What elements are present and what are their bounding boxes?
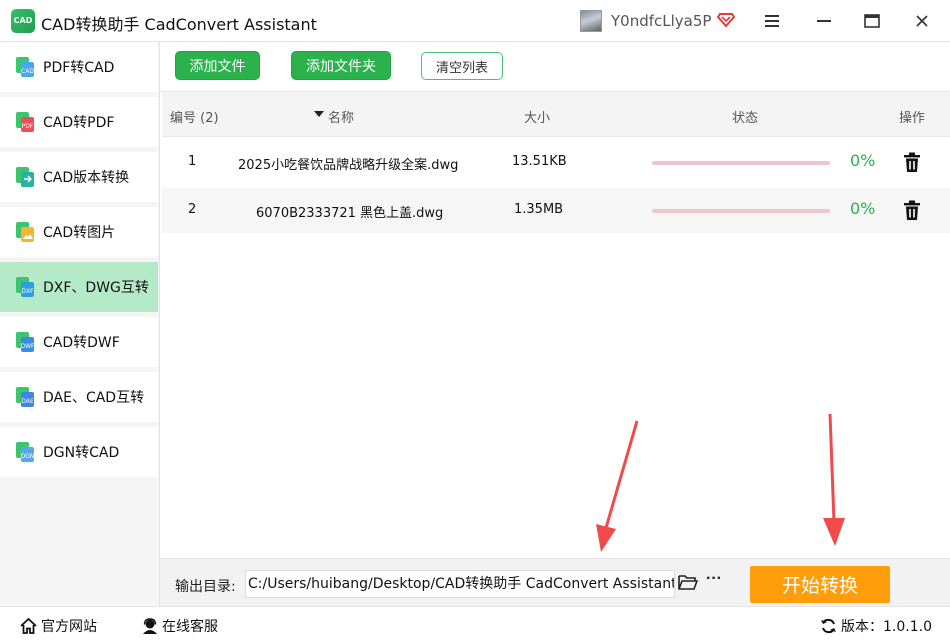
row-file-name: 2025小吃餐饮品牌战略升级全案.dwg — [238, 158, 459, 173]
vip-diamond-icon[interactable] — [717, 10, 735, 28]
sidebar-item-label: PDF转CAD — [43, 60, 115, 76]
cad-to-pdf-icon: PDF — [16, 112, 34, 132]
svg-text:CAD: CAD — [21, 68, 34, 75]
menu-icon[interactable] — [758, 8, 786, 34]
footer: 官方网站 在线客服 版本：1.0.1.0 — [0, 606, 950, 640]
cad-version-icon — [16, 167, 34, 187]
output-path-field[interactable]: C:/Users/huibang/Desktop/CAD转换助手 CadConv… — [245, 570, 675, 598]
row-file-name: 6070B2333721 黑色上盖.dwg — [256, 206, 444, 221]
output-bar: 输出目录: C:/Users/huibang/Desktop/CAD转换助手 C… — [160, 558, 950, 606]
trash-icon[interactable] — [902, 200, 922, 221]
dgn-to-cad-icon: DGN — [16, 442, 35, 462]
maximize-icon[interactable] — [858, 8, 886, 34]
refresh-icon — [821, 618, 836, 634]
official-website-link[interactable]: 官方网站 — [20, 616, 97, 636]
sidebar-item-dae-cad[interactable]: DAE DAE、CAD互转 — [0, 372, 158, 422]
trash-icon[interactable] — [902, 152, 922, 173]
app-logo: CAD — [11, 9, 35, 33]
title-bar: CAD CAD转换助手 CadConvert Assistant Y0ndfcL… — [0, 0, 950, 42]
progress-percent: 0% — [850, 199, 876, 218]
sidebar-item-cad-to-dwf[interactable]: DWF CAD转DWF — [0, 317, 158, 367]
cad-to-dwf-icon: DWF — [16, 332, 35, 352]
header-size[interactable]: 大小 — [524, 107, 550, 126]
pdf-to-cad-icon: CAD — [16, 57, 34, 77]
support-agent-icon — [143, 618, 157, 634]
table-row[interactable]: 1 2025小吃餐饮品牌战略升级全案.dwg 13.51KB 0% — [162, 140, 950, 185]
dxf-dwg-icon: DXF — [16, 277, 34, 297]
dae-cad-icon: DAE — [16, 387, 34, 407]
online-support-link[interactable]: 在线客服 — [142, 616, 218, 636]
toolbar: 添加文件 添加文件夹 清空列表 — [160, 42, 950, 92]
sidebar-item-label: CAD转图片 — [43, 225, 116, 241]
sidebar: CAD PDF转CAD PDF CAD转PDF CAD版本转换 CAD转图片 D… — [0, 42, 160, 606]
svg-text:DXF: DXF — [21, 288, 34, 295]
header-index[interactable]: 编号 (2) — [170, 107, 219, 126]
row-file-size: 1.35MB — [514, 202, 564, 217]
progress-bar — [652, 209, 830, 213]
add-file-button[interactable]: 添加文件 — [175, 51, 260, 80]
clear-list-button[interactable]: 清空列表 — [421, 52, 503, 80]
header-name[interactable]: 名称 — [328, 107, 354, 126]
minimize-icon[interactable] — [810, 8, 838, 34]
folder-open-icon[interactable] — [678, 573, 698, 591]
svg-text:PDF: PDF — [22, 123, 34, 130]
row-index: 1 — [188, 154, 197, 169]
svg-text:DAE: DAE — [21, 398, 34, 405]
version-check[interactable]: 版本：1.0.1.0 — [820, 616, 932, 636]
cad-to-image-icon — [16, 222, 34, 242]
sidebar-item-cad-to-image[interactable]: CAD转图片 — [0, 207, 158, 257]
sidebar-item-label: CAD转DWF — [43, 335, 120, 351]
user-avatar[interactable] — [580, 10, 602, 32]
header-action: 操作 — [899, 111, 926, 126]
output-dir-label: 输出目录: — [175, 579, 236, 595]
online-support-label: 在线客服 — [162, 619, 218, 635]
row-index: 2 — [188, 202, 197, 217]
sidebar-item-label: CAD转PDF — [43, 115, 115, 131]
version-label: 版本：1.0.1.0 — [841, 619, 932, 635]
sort-desc-icon[interactable] — [314, 107, 324, 122]
svg-text:DGN: DGN — [21, 453, 35, 460]
sidebar-item-cad-version[interactable]: CAD版本转换 — [0, 152, 158, 202]
table-header: 编号 (2) 名称 大小 状态 操作 — [162, 92, 950, 137]
header-status: 状态 — [732, 111, 759, 126]
table-row[interactable]: 2 6070B2333721 黑色上盖.dwg 1.35MB 0% — [162, 188, 950, 233]
svg-text:DWF: DWF — [20, 343, 35, 350]
official-website-label: 官方网站 — [41, 619, 97, 635]
user-name[interactable]: Y0ndfcLlya5P — [611, 12, 711, 30]
file-table: 编号 (2) 名称 大小 状态 操作 1 2025小吃餐饮品牌战略升级全案.dw… — [160, 92, 950, 558]
row-file-size: 13.51KB — [512, 154, 567, 169]
start-convert-button[interactable]: 开始转换 — [750, 566, 890, 603]
sidebar-item-label: DXF、DWG互转 — [43, 280, 149, 296]
sidebar-item-label: DGN转CAD — [43, 445, 120, 461]
home-icon — [20, 618, 37, 634]
sidebar-item-label: CAD版本转换 — [43, 170, 130, 186]
add-folder-button[interactable]: 添加文件夹 — [291, 51, 391, 80]
close-icon[interactable] — [908, 8, 936, 34]
progress-bar — [652, 161, 830, 165]
more-options-icon[interactable]: ··· — [704, 571, 724, 591]
progress-percent: 0% — [850, 151, 876, 170]
sidebar-item-label: DAE、CAD互转 — [43, 390, 145, 406]
app-title: CAD转换助手 CadConvert Assistant — [41, 15, 317, 34]
sidebar-item-dgn-to-cad[interactable]: DGN DGN转CAD — [0, 427, 158, 477]
sidebar-item-cad-to-pdf[interactable]: PDF CAD转PDF — [0, 97, 158, 147]
sidebar-item-pdf-to-cad[interactable]: CAD PDF转CAD — [0, 42, 158, 92]
sidebar-item-dxf-dwg[interactable]: DXF DXF、DWG互转 — [0, 262, 158, 312]
